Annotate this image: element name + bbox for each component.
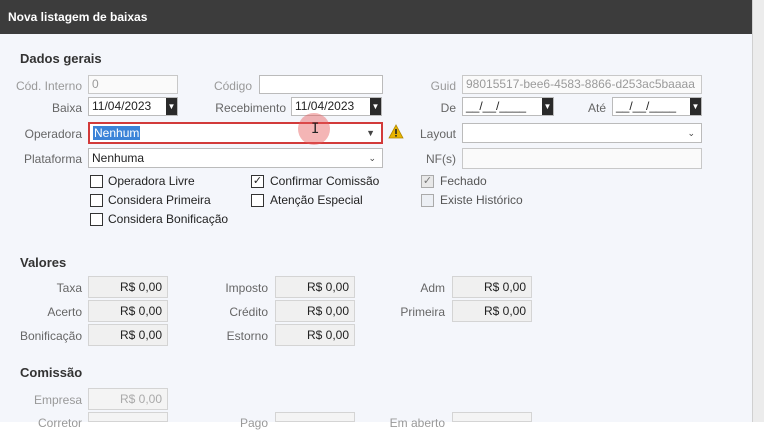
operadora-select[interactable]: Nenhum ▼ <box>88 122 383 144</box>
nfs-label: NF(s) <box>426 152 456 166</box>
estorno-field[interactable]: R$ 0,00 <box>275 324 355 346</box>
recebimento-label: Recebimento <box>215 101 286 115</box>
adm-label: Adm <box>420 281 445 295</box>
guid-label: Guid <box>430 79 456 93</box>
baixa-label: Baixa <box>51 101 82 115</box>
chevron-down-icon[interactable]: ⌄ <box>368 149 376 167</box>
window-titlebar: Nova listagem de baixas <box>0 0 752 34</box>
guid-field[interactable]: 98015517-bee6-4583-8866-d253ac5baaaa <box>462 75 702 94</box>
operadora-livre-label: Operadora Livre <box>108 174 195 188</box>
corretor-field[interactable] <box>88 412 168 422</box>
corretor-label: Corretor <box>37 416 82 430</box>
chevron-down-icon[interactable]: ▼ <box>366 124 375 142</box>
taxa-field[interactable]: R$ 0,00 <box>88 276 168 298</box>
considera-primeira-label: Considera Primeira <box>108 193 211 207</box>
atencao-especial-label: Atenção Especial <box>270 193 363 207</box>
section-comissao: Comissão <box>20 365 83 380</box>
imposto-field[interactable]: R$ 0,00 <box>275 276 355 298</box>
bonificacao-field[interactable]: R$ 0,00 <box>88 324 168 346</box>
section-dados-gerais: Dados gerais <box>20 51 102 66</box>
window-title: Nova listagem de baixas <box>8 10 148 24</box>
chevron-down-icon[interactable]: ▼ <box>166 98 177 115</box>
operadora-selected-value: Nenhum <box>93 126 141 140</box>
imposto-label: Imposto <box>225 281 268 295</box>
plataforma-label: Plataforma <box>23 152 82 166</box>
cod-interno-label: Cód. Interno <box>15 79 82 93</box>
baixa-date-value: 11/04/2023 <box>92 99 152 113</box>
chevron-down-icon[interactable]: ▼ <box>690 98 701 115</box>
credito-field[interactable]: R$ 0,00 <box>275 300 355 322</box>
existe-historico-label: Existe Histórico <box>440 193 523 207</box>
em-aberto-label: Em aberto <box>389 416 445 430</box>
ate-date-value: __/__/____ <box>616 99 677 113</box>
fechado-checkbox[interactable]: ✓ <box>421 175 434 188</box>
pago-label: Pago <box>239 416 268 430</box>
operadora-label: Operadora <box>24 127 82 141</box>
plataforma-select[interactable]: Nenhuma ⌄ <box>88 148 383 168</box>
layout-select[interactable]: ⌄ <box>462 123 702 143</box>
codigo-field[interactable] <box>259 75 383 94</box>
de-date-value: __/__/____ <box>466 99 527 113</box>
bonificacao-label: Bonificação <box>19 329 82 343</box>
window-edge <box>752 0 764 422</box>
taxa-label: Taxa <box>56 281 82 295</box>
ate-label: Até <box>587 101 606 115</box>
text-cursor-icon: I <box>311 121 320 137</box>
confirmar-comissao-label: Confirmar Comissão <box>270 174 380 188</box>
considera-primeira-checkbox[interactable] <box>90 194 103 207</box>
cod-interno-field[interactable]: 0 <box>88 75 178 94</box>
credito-label: Crédito <box>229 305 268 319</box>
empresa-field[interactable]: R$ 0,00 <box>88 388 168 410</box>
recebimento-date-value: 11/04/2023 <box>295 99 355 113</box>
primeira-label: Primeira <box>400 305 445 319</box>
codigo-label: Código <box>213 79 252 93</box>
atencao-especial-checkbox[interactable] <box>251 194 264 207</box>
primeira-field[interactable]: R$ 0,00 <box>452 300 532 322</box>
chevron-down-icon[interactable]: ⌄ <box>687 124 695 142</box>
de-label: De <box>440 101 456 115</box>
acerto-label: Acerto <box>47 305 82 319</box>
ate-date-field[interactable]: __/__/____ ▼ <box>612 97 702 116</box>
considera-bonificacao-label: Considera Bonificação <box>108 212 229 226</box>
existe-historico-checkbox[interactable] <box>421 194 434 207</box>
acerto-field[interactable]: R$ 0,00 <box>88 300 168 322</box>
nfs-field[interactable] <box>462 148 702 169</box>
empresa-label: Empresa <box>33 393 82 407</box>
em-aberto-field[interactable] <box>452 412 532 422</box>
baixa-date-field[interactable]: 11/04/2023 ▼ <box>88 97 178 116</box>
considera-bonificacao-checkbox[interactable] <box>90 213 103 226</box>
plataforma-selected-value: Nenhuma <box>92 151 145 165</box>
adm-field[interactable]: R$ 0,00 <box>452 276 532 298</box>
confirmar-comissao-checkbox[interactable]: ✓ <box>251 175 264 188</box>
operadora-livre-checkbox[interactable] <box>90 175 103 188</box>
estorno-label: Estorno <box>226 329 268 343</box>
recebimento-date-field[interactable]: 11/04/2023 ▼ <box>291 97 382 116</box>
fechado-label: Fechado <box>440 174 487 188</box>
layout-label: Layout <box>419 127 456 141</box>
pago-field[interactable] <box>275 412 355 422</box>
section-valores: Valores <box>20 255 67 270</box>
